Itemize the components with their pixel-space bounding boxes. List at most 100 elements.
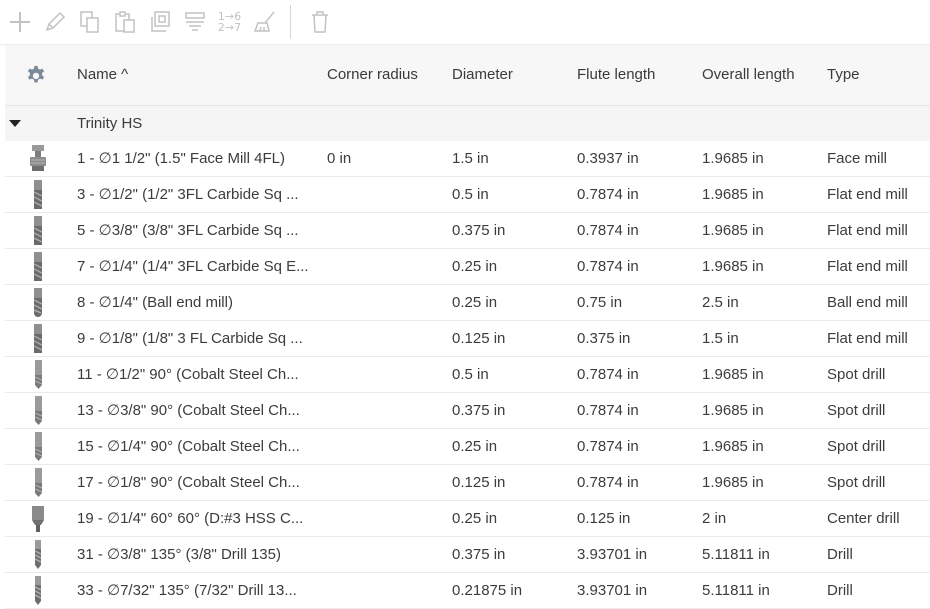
toolbar: 1→6 2→7 xyxy=(0,0,930,45)
table-row[interactable]: 9 - ∅1/8" (1/8" 3 FL Carbide Sq ... 0.125… xyxy=(5,321,930,357)
column-header-name[interactable]: Name ^ xyxy=(77,45,128,105)
flat-end-mill-icon xyxy=(33,216,43,245)
cell-type: Flat end mill xyxy=(827,330,908,347)
column-header-type[interactable]: Type xyxy=(827,45,860,105)
stack-icon xyxy=(184,12,205,31)
spot-drill-icon xyxy=(34,468,43,497)
cell-flute-length: 0.3937 in xyxy=(577,150,639,167)
table-row[interactable]: 5 - ∅3/8" (3/8" 3FL Carbide Sq ... 0.375 … xyxy=(5,213,930,249)
cell-type: Drill xyxy=(827,582,853,599)
renumber-icon: 1→6 2→7 xyxy=(218,11,241,33)
cell-flute-length: 0.375 in xyxy=(577,330,631,347)
renumber-button[interactable]: 1→6 2→7 xyxy=(214,7,245,37)
spot-drill-icon xyxy=(34,396,43,425)
cell-type: Face mill xyxy=(827,150,888,167)
renumber-label-bottom: 2→7 xyxy=(217,21,242,34)
table-row[interactable]: 8 - ∅1/4" (Ball end mill) 0.25 in 0.75 in 2… xyxy=(5,285,930,321)
flat-end-mill-icon xyxy=(33,180,43,209)
cell-name: 1 - ∅1 1/2" (1.5" Face Mill 4FL) xyxy=(77,150,285,167)
delete-button[interactable] xyxy=(304,7,335,37)
cell-name: 31 - ∅3/8" 135° (3/8" Drill 135) xyxy=(77,546,281,563)
cell-diameter: 0.375 in xyxy=(452,222,506,239)
cell-diameter: 0.125 in xyxy=(452,330,506,347)
cell-type: Drill xyxy=(827,546,853,563)
table-row[interactable]: 11 - ∅1/2" 90° (Cobalt Steel Ch... 0.5 in… xyxy=(5,357,930,393)
column-header-flute-length[interactable]: Flute length xyxy=(577,45,655,105)
center-drill-icon xyxy=(32,506,44,532)
table-row[interactable]: 31 - ∅3/8" 135° (3/8" Drill 135) 0.375 in… xyxy=(5,537,930,573)
cell-overall-length: 1.9685 in xyxy=(702,258,764,275)
table-row[interactable]: 17 - ∅1/8" 90° (Cobalt Steel Ch... 0.125 … xyxy=(5,465,930,501)
spot-drill-icon xyxy=(34,432,43,461)
cell-diameter: 0.25 in xyxy=(452,438,498,455)
gear-icon[interactable] xyxy=(25,64,47,86)
cell-name: 11 - ∅1/2" 90° (Cobalt Steel Ch... xyxy=(77,366,299,383)
cell-type: Spot drill xyxy=(827,402,886,419)
cell-name: 33 - ∅7/32" 135° (7/32" Drill 13... xyxy=(77,582,297,599)
table-row[interactable]: 19 - ∅1/4" 60° 60° (D:#3 HSS C... 0.25 in… xyxy=(5,501,930,537)
clean-button[interactable] xyxy=(249,7,280,37)
group-row[interactable]: Trinity HS xyxy=(5,106,930,142)
cell-overall-length: 2 in xyxy=(702,510,727,527)
edit-button[interactable] xyxy=(39,7,70,37)
cell-overall-length: 1.9685 in xyxy=(702,150,764,167)
cell-flute-length: 0.7874 in xyxy=(577,438,639,455)
cell-diameter: 0.25 in xyxy=(452,294,498,311)
cell-type: Ball end mill xyxy=(827,294,908,311)
table-row[interactable]: 1 - ∅1 1/2" (1.5" Face Mill 4FL) 0 in 1.5 … xyxy=(5,141,930,177)
paste-icon xyxy=(114,11,135,33)
cell-flute-length: 0.7874 in xyxy=(577,366,639,383)
cell-name: 8 - ∅1/4" (Ball end mill) xyxy=(77,294,233,311)
duplicate-icon xyxy=(150,11,170,32)
cell-diameter: 0.375 in xyxy=(452,402,506,419)
cell-type: Spot drill xyxy=(827,366,886,383)
cell-diameter: 1.5 in xyxy=(452,150,489,167)
cell-overall-length: 1.9685 in xyxy=(702,474,764,491)
table-row[interactable]: 7 - ∅1/4" (1/4" 3FL Carbide Sq E... 0.25 … xyxy=(5,249,930,285)
cell-overall-length: 5.11811 in xyxy=(702,582,770,599)
toolbar-separator xyxy=(290,5,291,39)
cell-flute-length: 0.7874 in xyxy=(577,258,639,275)
cell-overall-length: 1.9685 in xyxy=(702,222,764,239)
cell-type: Flat end mill xyxy=(827,222,908,239)
cell-overall-length: 2.5 in xyxy=(702,294,739,311)
spot-drill-icon xyxy=(34,360,43,389)
cell-flute-length: 0.7874 in xyxy=(577,222,639,239)
clean-icon xyxy=(253,11,275,32)
table-row[interactable]: 33 - ∅7/32" 135° (7/32" Drill 13... 0.218… xyxy=(5,573,930,609)
face-mill-icon xyxy=(30,145,46,171)
cell-name: 5 - ∅3/8" (3/8" 3FL Carbide Sq ... xyxy=(77,222,299,239)
table-row[interactable]: 13 - ∅3/8" 90° (Cobalt Steel Ch... 0.375 … xyxy=(5,393,930,429)
column-header-overall-length[interactable]: Overall length xyxy=(702,45,795,105)
cell-diameter: 0.25 in xyxy=(452,510,498,527)
cell-type: Flat end mill xyxy=(827,186,908,203)
drill-icon xyxy=(34,576,42,605)
cell-overall-length: 1.5 in xyxy=(702,330,739,347)
table-header: Name ^ Corner radius Diameter Flute leng… xyxy=(5,45,930,106)
cell-flute-length: 0.125 in xyxy=(577,510,631,527)
table-row[interactable]: 3 - ∅1/2" (1/2" 3FL Carbide Sq ... 0.5 in… xyxy=(5,177,930,213)
stack-button[interactable] xyxy=(179,7,210,37)
cell-overall-length: 1.9685 in xyxy=(702,366,764,383)
ball-end-mill-icon xyxy=(33,288,43,317)
cell-name: 3 - ∅1/2" (1/2" 3FL Carbide Sq ... xyxy=(77,186,299,203)
column-header-diameter[interactable]: Diameter xyxy=(452,45,513,105)
paste-button[interactable] xyxy=(109,7,140,37)
cell-overall-length: 1.9685 in xyxy=(702,438,764,455)
column-header-corner-radius[interactable]: Corner radius xyxy=(327,45,418,105)
drill-icon xyxy=(34,540,42,569)
duplicate-button[interactable] xyxy=(144,7,175,37)
flat-end-mill-icon xyxy=(33,324,43,353)
collapse-caret-icon[interactable] xyxy=(9,120,21,127)
copy-icon xyxy=(79,11,99,33)
edit-icon xyxy=(45,11,65,32)
table-row[interactable]: 15 - ∅1/4" 90° (Cobalt Steel Ch... 0.25 i… xyxy=(5,429,930,465)
cell-name: 15 - ∅1/4" 90° (Cobalt Steel Ch... xyxy=(77,438,300,455)
cell-diameter: 0.25 in xyxy=(452,258,498,275)
add-button[interactable] xyxy=(4,7,35,37)
cell-diameter: 0.21875 in xyxy=(452,582,523,599)
copy-button[interactable] xyxy=(74,7,105,37)
cell-flute-length: 0.7874 in xyxy=(577,474,639,491)
cell-diameter: 0.5 in xyxy=(452,186,489,203)
cell-overall-length: 1.9685 in xyxy=(702,186,764,203)
